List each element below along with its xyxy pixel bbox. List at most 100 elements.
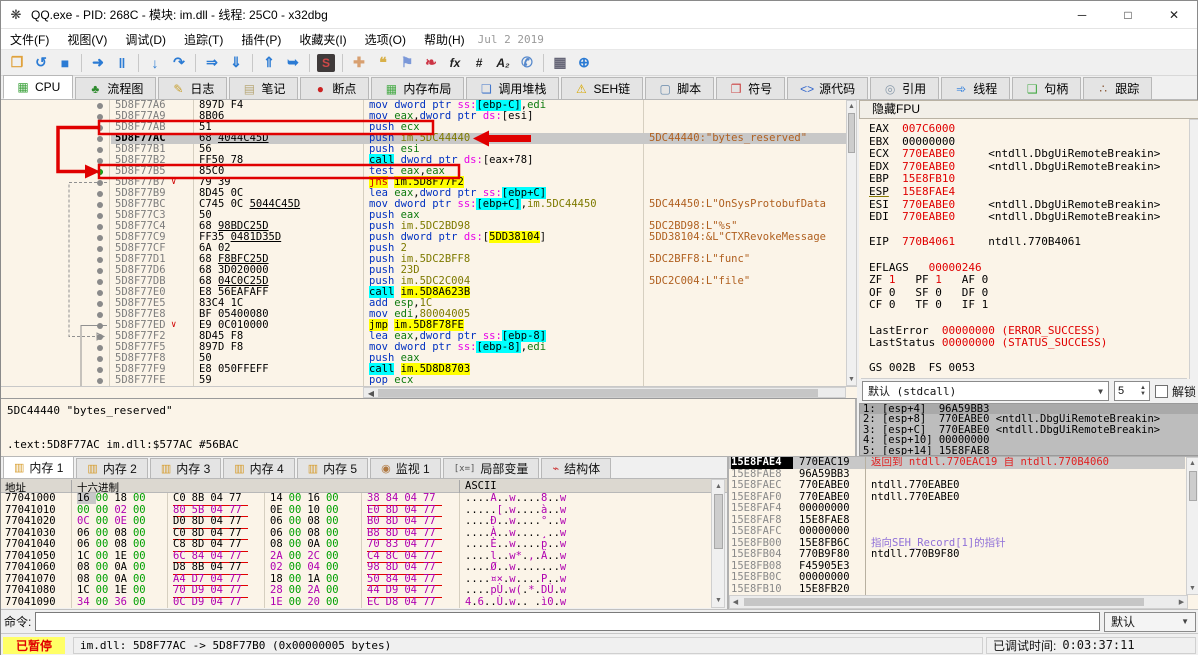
spinner-icons[interactable]: ▲ ▼ — [1140, 385, 1146, 397]
tab-dump-3[interactable]: ▥ 内存 3 — [149, 458, 222, 478]
row-dot-icon[interactable] — [97, 334, 103, 340]
registers-vscrollbar[interactable] — [1189, 119, 1198, 387]
menu-收藏夹I[interactable]: 收藏夹(I) — [290, 29, 355, 50]
minimize-button[interactable]: ─ — [1059, 1, 1105, 29]
tab-locals[interactable]: [x=] 局部变量 — [442, 458, 540, 478]
tab-memory-map[interactable]: ▦ 内存布局 — [371, 77, 465, 99]
menu-选项O[interactable]: 选项(O) — [356, 29, 415, 50]
tab-script[interactable]: ▢ 脚本 — [645, 77, 715, 99]
memory-row[interactable]: 77041080 1C 00 1E 00 70 D9 04 77 28 00 2A 00 44 D9 04 77… — [1, 584, 711, 598]
scroll-down-icon[interactable]: ▼ — [1188, 583, 1197, 594]
tab-dump-2[interactable]: ▥ 内存 2 — [76, 458, 148, 478]
menu-帮助H[interactable]: 帮助(H) — [415, 29, 474, 50]
row-dot-icon[interactable] — [97, 136, 103, 142]
run-icon[interactable]: ➜ — [86, 52, 110, 74]
memory-row[interactable]: 77041000 16 00 18 00 C0 8B 04 77 14 00 16 00 38 84 04 77… — [1, 493, 711, 506]
row-dot-icon[interactable] — [97, 224, 103, 230]
row-dot-icon[interactable] — [97, 235, 103, 241]
disassembly-panel[interactable]: 5D8F77A6 897D F4 mov dword ptr ss:[ebp-C],… — [1, 100, 857, 386]
register-line[interactable]: LastStatus 00000000 (STATUS_SUCCESS) — [869, 336, 1189, 350]
memory-row[interactable]: 77041060 08 00 0A 00 D8 8B 04 77 02 00 04 00 98 8D 04 77… — [1, 561, 711, 575]
tab-dump-4[interactable]: ▥ 内存 4 — [223, 458, 295, 478]
stack-vscrollbar[interactable]: ▲ ▼ — [1186, 457, 1198, 595]
labels-icon[interactable]: ⚑ — [395, 52, 419, 74]
stack-hscrollbar[interactable]: ◀ ▶ — [729, 595, 1188, 609]
row-dot-icon[interactable] — [97, 290, 103, 296]
row-dot-icon[interactable] — [97, 312, 103, 318]
stop-icon[interactable]: ■ — [53, 52, 77, 74]
row-dot-icon[interactable] — [97, 257, 103, 263]
unlock-checkbox[interactable] — [1154, 384, 1168, 398]
scroll-down-icon[interactable]: ▼ — [847, 374, 856, 385]
tab-dump-1[interactable]: ▥ 内存 1 — [3, 456, 75, 478]
stack-row[interactable]: 15E8FAF4 00000000 — [729, 502, 1185, 515]
scroll-up-icon[interactable]: ▲ — [1188, 458, 1197, 469]
register-line[interactable]: EDI 770EABE0 <ntdll.DbgUiRemoteBreakin> — [869, 210, 1189, 224]
row-dot-icon[interactable] — [97, 356, 103, 362]
menu-视图V[interactable]: 视图(V) — [58, 29, 116, 50]
tab-threads[interactable]: ➾ 线程 — [941, 77, 1011, 99]
calling-convention-select[interactable]: 默认 (stdcall) ▼ — [862, 381, 1109, 401]
close-button[interactable]: ✕ — [1151, 1, 1197, 29]
register-line[interactable]: EIP 770B4061 ntdll.770B4061 — [869, 236, 1189, 249]
breakpoint-dot-icon[interactable] — [97, 169, 103, 175]
scroll-down-icon[interactable]: ▼ — [714, 595, 723, 606]
tab-graph[interactable]: ♣ 流程图 — [75, 77, 157, 99]
scroll-right-icon[interactable]: ▶ — [1177, 597, 1186, 608]
scroll-up-icon[interactable]: ▲ — [714, 481, 723, 492]
hash-icon[interactable]: # — [467, 52, 491, 74]
tab-call-stack[interactable]: ❏ 调用堆栈 — [466, 77, 560, 99]
memory-dump-rows[interactable]: 77041000 16 00 18 00 C0 8B 04 77 14 00 16 00 38 84 04 77… — [1, 493, 711, 608]
restart-icon[interactable]: ↺ — [29, 52, 53, 74]
attach-icon[interactable]: ✆ — [515, 52, 539, 74]
comments-icon[interactable]: ❝ — [371, 52, 395, 74]
step-into-icon[interactable]: ↓ — [143, 52, 167, 74]
disassembly-vscrollbar[interactable]: ▲ ▼ — [846, 100, 857, 386]
memory-row[interactable]: 77041090 34 00 36 00 0C D9 04 77 1E 00 20 00 EC D8 04 77… — [1, 596, 711, 609]
row-dot-icon[interactable] — [97, 114, 103, 120]
memory-row[interactable]: 77041040 06 00 08 00 C8 8D 04 77 08 00 0A 00 70 83 04 77… — [1, 538, 711, 552]
register-line[interactable]: CF 0 TF 0 IF 1 — [869, 299, 1189, 312]
menu-追踪T[interactable]: 追踪(T) — [175, 29, 232, 50]
row-dot-icon[interactable] — [97, 268, 103, 274]
tab-references[interactable]: ◎ 引用 — [870, 77, 940, 99]
tab-seh[interactable]: ⚠ SEH链 — [561, 77, 644, 99]
tab-handles[interactable]: ❑ 句柄 — [1012, 77, 1082, 99]
tab-source[interactable]: <> 源代码 — [787, 77, 869, 99]
patch-icon[interactable]: ✚ — [347, 52, 371, 74]
menu-文件F[interactable]: 文件(F) — [1, 29, 58, 50]
row-dot-icon[interactable] — [97, 158, 103, 164]
stack-row[interactable]: 15E8FAF0 770EABE0 ntdll.770EABE0 — [729, 491, 1185, 504]
tab-struct[interactable]: ⌁ 结构体 — [541, 458, 612, 478]
execute-till-return-icon[interactable]: ⇓ — [224, 52, 248, 74]
row-dot-icon[interactable] — [97, 191, 103, 197]
stack-row[interactable]: 15E8FAE4 770EAC19 返回到 ntdll.770EAC19 自 ntd… — [729, 457, 1185, 469]
row-dot-icon[interactable] — [97, 345, 103, 351]
scroll-left-icon[interactable]: ◀ — [731, 597, 740, 608]
tab-watch-1[interactable]: ◉ 监视 1 — [370, 458, 441, 478]
register-line[interactable]: GS 002B FS 0053 — [869, 361, 1189, 375]
stack-panel[interactable]: 15E8FAE4 770EAC19 返回到 ntdll.770EAC19 自 ntd… — [727, 456, 1198, 609]
hide-fpu-button[interactable]: 隐藏FPU — [859, 100, 1198, 119]
arg-count-stepper[interactable]: 5 ▲ ▼ — [1113, 381, 1150, 401]
tab-cpu[interactable]: ▦ CPU — [3, 75, 74, 99]
stack-row[interactable]: 15E8FB10 15E8FB20 — [729, 583, 1185, 596]
row-dot-icon[interactable] — [97, 180, 103, 186]
globe-icon[interactable]: ⊕ — [572, 52, 596, 74]
run-to-user-code-icon[interactable]: ➥ — [281, 52, 305, 74]
stack-row[interactable]: 15E8FAEC 770EABE0 ntdll.770EABE0 — [729, 479, 1185, 492]
tab-symbols[interactable]: ❒ 符号 — [716, 77, 786, 99]
tab-log[interactable]: ✎ 日志 — [158, 77, 228, 99]
command-mode-select[interactable]: 默认 ▼ — [1104, 611, 1196, 632]
unlock-option[interactable]: 解锁 — [1154, 383, 1196, 400]
row-dot-icon[interactable] — [97, 125, 103, 131]
call-arg-row[interactable]: 5: [esp+14] 15E8FAE8 — [860, 445, 1198, 455]
stack-row[interactable]: 15E8FB0C 00000000 — [729, 571, 1185, 584]
stack-row[interactable]: 15E8FB04 770B9F80 ntdll.770B9F80 — [729, 548, 1185, 561]
row-dot-icon[interactable] — [97, 279, 103, 285]
row-dot-icon[interactable] — [97, 378, 103, 384]
step-over-icon[interactable]: ↷ — [167, 52, 191, 74]
open-file-icon[interactable]: ❐ — [5, 52, 29, 74]
stack-row[interactable]: 15E8FB08 F45905E3 — [729, 560, 1185, 573]
scylla-icon[interactable]: S — [314, 52, 338, 74]
